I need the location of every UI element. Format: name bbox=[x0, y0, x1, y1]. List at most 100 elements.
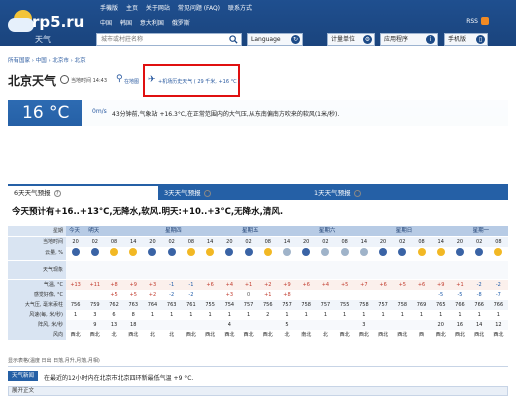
grid-cell: -2 bbox=[495, 282, 501, 288]
grid-cell: 02 bbox=[91, 239, 98, 245]
help-icon[interactable]: ? bbox=[203, 190, 211, 197]
grid-cell: 4 bbox=[227, 322, 231, 328]
sun-icon bbox=[417, 248, 426, 256]
row-label: 大气压, 毫米汞柱 bbox=[8, 300, 66, 310]
grid-cell: 1 bbox=[343, 312, 347, 318]
grid-cell bbox=[297, 320, 316, 330]
grid-cell: 20 bbox=[437, 322, 444, 328]
nav-link-about[interactable]: 关于网站 bbox=[146, 5, 170, 12]
grid-cell bbox=[393, 290, 412, 300]
language-icon: ↻ bbox=[291, 35, 300, 44]
grid-cell: 西北 bbox=[435, 332, 446, 338]
grid-cell bbox=[316, 290, 335, 300]
help-icon[interactable]: ? bbox=[353, 190, 361, 197]
grid-cell: +1 bbox=[264, 292, 272, 298]
search-icon[interactable] bbox=[229, 35, 238, 44]
grid-cell bbox=[143, 247, 162, 260]
cloud-icon bbox=[321, 248, 330, 256]
tab-3-day[interactable]: 3天天气预报? bbox=[158, 186, 308, 200]
nav-link-contact[interactable]: 联系方式 bbox=[228, 5, 252, 12]
grid-cell: 758 bbox=[359, 302, 369, 308]
country-link[interactable]: 中国 bbox=[100, 20, 112, 27]
mobile-button[interactable]: 手机版 ▯ bbox=[444, 33, 488, 46]
tab-1-day[interactable]: 1天天气预报? bbox=[308, 186, 458, 200]
rss-link[interactable]: RSS bbox=[466, 18, 478, 25]
breadcrumb[interactable]: 所有国家 › 中国 › 北京市 › 北京 bbox=[8, 56, 86, 64]
grid-cell: +9 bbox=[437, 282, 445, 288]
nav-link-faq[interactable]: 常见问题 (FAQ) bbox=[178, 5, 220, 12]
feels-like-row: 感觉好像, °C +5 +5 +2 -2 -2 +3 0 +1 +8 -5 -5 -8 -7 bbox=[8, 290, 508, 300]
grid-cell bbox=[66, 320, 85, 330]
grid-cell: 02 bbox=[475, 239, 483, 245]
grid-cell: -1 bbox=[169, 282, 175, 288]
wind-direction-row: 风向 西北 西北北西北北北西北 西北 西北 西北 西北北南北北西北 西北 西北 西北西西北 西北 西北… bbox=[8, 330, 508, 340]
tab-label: 3天天气预报 bbox=[164, 189, 201, 197]
top-links: 手機版 主页 关于网站 常见问题 (FAQ) 联系方式 bbox=[100, 3, 258, 12]
grid-cell: 西北 bbox=[89, 332, 100, 338]
grid-cell: +3 bbox=[225, 292, 234, 298]
row-label: 星期 bbox=[8, 226, 66, 236]
grid-cell: 南北 bbox=[301, 332, 312, 338]
grid-cell: 14 bbox=[360, 239, 368, 245]
apps-button[interactable]: 应用程序 i bbox=[380, 33, 438, 46]
grid-cell: -7 bbox=[495, 292, 501, 298]
grid-cell: +9 bbox=[283, 282, 291, 288]
map-link[interactable]: 在地图 bbox=[124, 78, 139, 85]
rss-icon[interactable] bbox=[481, 17, 489, 25]
current-temperature: 16 °C bbox=[22, 103, 70, 123]
grid-cell: 763 bbox=[128, 302, 139, 308]
moon-icon bbox=[167, 248, 176, 256]
time-row: 当地时间 20 02 08 14 20 02 08 14 20 02 08 14 20 02 08 14 20 02… bbox=[8, 237, 508, 247]
search-input[interactable] bbox=[97, 34, 225, 45]
language-button[interactable]: Language ↻ bbox=[247, 33, 303, 46]
grid-cell: +1 bbox=[244, 282, 253, 288]
site-logo[interactable]: rp5.ru 天气 bbox=[6, 4, 92, 48]
nav-link-mobile[interactable]: 手機版 bbox=[100, 5, 118, 12]
units-button[interactable]: 计量单位 ⚙ bbox=[327, 33, 375, 46]
grid-cell: -8 bbox=[476, 292, 482, 298]
nav-link-home[interactable]: 主页 bbox=[126, 5, 138, 12]
grid-cell: -2 bbox=[476, 282, 482, 288]
country-link[interactable]: 韩国 bbox=[120, 20, 132, 27]
row-label: 风向 bbox=[8, 330, 66, 340]
country-link[interactable]: 意大利国 bbox=[140, 20, 164, 27]
moon-icon bbox=[225, 248, 234, 256]
grid-cell: 1 bbox=[246, 312, 251, 318]
grid-cell bbox=[489, 247, 508, 260]
grid-cell: 764 bbox=[147, 302, 158, 308]
grid-cell: 1 bbox=[400, 312, 404, 318]
grid-cell: 20 bbox=[303, 239, 310, 245]
grid-cell: 766 bbox=[474, 302, 484, 308]
map-pin-icon[interactable]: ⚲ bbox=[116, 74, 123, 84]
grid-cell: 西北 bbox=[474, 332, 485, 338]
airport-history-link[interactable]: +机场历史天气 ( 29 千米, +16 °C ) bbox=[158, 78, 240, 85]
mobile-label: 手机版 bbox=[448, 36, 467, 43]
plane-icon[interactable]: ✈ bbox=[148, 75, 156, 85]
grid-cell: +6 bbox=[206, 282, 214, 288]
grid-cell: +4 bbox=[225, 282, 234, 288]
moon-icon bbox=[90, 248, 99, 256]
grid-cell: +13 bbox=[70, 282, 81, 288]
grid-cell bbox=[373, 320, 392, 330]
expand-text-button[interactable]: 展开正文 bbox=[8, 386, 508, 396]
grid-cell bbox=[220, 247, 239, 260]
grid-cell bbox=[162, 320, 181, 330]
grid-cell: 西北 bbox=[70, 332, 81, 338]
grid-legend-link[interactable]: 显示表格(温度 日出 日落,月升,月落,月相) bbox=[8, 357, 100, 364]
grid-cell: 1 bbox=[208, 312, 212, 318]
grid-cell: +6 bbox=[417, 282, 426, 288]
row-label: 感觉好像, °C bbox=[8, 290, 66, 300]
grid-cell bbox=[201, 247, 220, 260]
tab-6-day[interactable]: 6天天气预报? bbox=[8, 186, 158, 200]
grid-cell bbox=[470, 247, 489, 260]
grid-cell: 762 bbox=[109, 302, 119, 308]
grid-cell: -5 bbox=[438, 292, 444, 298]
country-link[interactable]: 俄罗斯 bbox=[172, 20, 190, 27]
grid-cell: 20 bbox=[379, 239, 387, 245]
grid-cell bbox=[85, 247, 104, 260]
grid-cell bbox=[162, 247, 181, 260]
grid-cell bbox=[66, 247, 85, 260]
grid-cell bbox=[181, 320, 200, 330]
grid-cell bbox=[393, 320, 412, 330]
help-icon[interactable]: ? bbox=[53, 190, 61, 197]
